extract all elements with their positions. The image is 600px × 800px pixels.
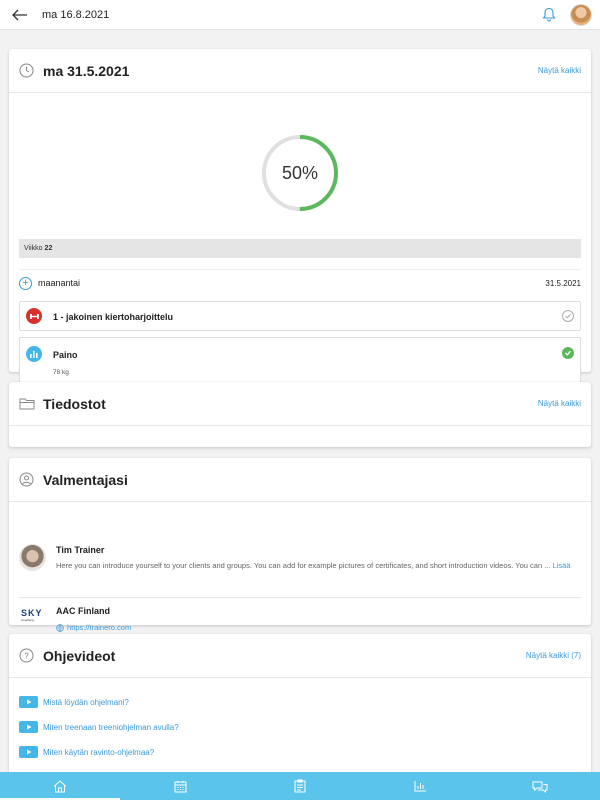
divider [19, 269, 581, 270]
play-icon [19, 696, 38, 708]
arrow-left-icon [12, 9, 27, 20]
video-title: Miten treenaan treeniohjelman avulla? [43, 722, 179, 732]
files-show-all-link[interactable]: Näytä kaikki [538, 399, 581, 408]
org-logo-text: SKY [21, 608, 43, 618]
header-date: ma 16.8.2021 [42, 8, 110, 21]
coach-name: Tim Trainer [56, 545, 105, 555]
nav-stats[interactable] [360, 772, 480, 800]
nav-home[interactable] [0, 772, 120, 800]
videos-show-all-link[interactable]: Näytä kaikki (7) [526, 651, 581, 660]
videos-card-title: Ohjevideot [43, 647, 116, 664]
globe-icon [56, 623, 64, 632]
user-circle-icon [19, 472, 35, 488]
day-card: ma 31.5.2021 Näytä kaikki 50% Viikko 22 … [9, 49, 591, 387]
check-circle-icon[interactable] [562, 347, 574, 359]
user-avatar[interactable] [570, 3, 592, 26]
top-bar: ma 16.8.2021 [0, 0, 600, 30]
back-button[interactable] [2, 0, 38, 30]
workout-item[interactable]: 1 - jakoinen kiertoharjoittelu [19, 301, 581, 331]
weight-name: Paino [53, 350, 78, 360]
coach-avatar [19, 544, 46, 571]
chart-icon [26, 346, 42, 362]
day-card-header: ma 31.5.2021 Näytä kaikki [9, 49, 591, 93]
coach-entry[interactable]: Tim Trainer Here you can introduce yours… [19, 510, 581, 590]
day-date: 31.5.2021 [545, 278, 581, 288]
nav-messages[interactable] [480, 772, 600, 800]
video-item[interactable]: Miten käytän ravinto-ohjelmaa? [19, 745, 154, 759]
show-all-link[interactable]: Näytä kaikki [538, 66, 581, 75]
coach-description: Here you can introduce yourself to your … [56, 559, 580, 572]
week-label: Viikko [24, 245, 43, 252]
weight-value: 78 kg [53, 369, 69, 376]
coach-card-header: Valmentajasi [9, 458, 591, 502]
play-icon [19, 721, 38, 733]
day-card-title: ma 31.5.2021 [43, 62, 130, 79]
workout-name: 1 - jakoinen kiertoharjoittelu [53, 312, 174, 322]
nav-programs[interactable] [240, 772, 360, 800]
svg-text:?: ? [24, 652, 29, 661]
coach-card: Valmentajasi Tim Trainer Here you can in… [9, 458, 591, 632]
org-url: https://trainero.com [67, 623, 132, 632]
clipboard-icon [294, 779, 306, 793]
chat-icon [532, 781, 548, 793]
week-number: 22 [44, 245, 53, 252]
bell-icon[interactable] [542, 7, 556, 22]
dumbbell-icon [26, 308, 42, 324]
org-name: AAC Finland [56, 606, 110, 616]
coach-divider [19, 597, 581, 598]
week-bar: Viikko 22 [19, 239, 581, 258]
files-card-header: Tiedostot Näytä kaikki [9, 382, 591, 426]
coach-description-text: Here you can introduce yourself to your … [56, 561, 551, 570]
stats-icon [414, 781, 426, 792]
main-content[interactable]: ma 31.5.2021 Näytä kaikki 50% Viikko 22 … [0, 30, 600, 772]
org-logo: SKY Coaching [21, 608, 45, 630]
files-card: Tiedostot Näytä kaikki [9, 382, 591, 447]
play-icon [19, 746, 38, 758]
org-logo-sub: Coaching [21, 618, 34, 622]
videos-card-header: ? Ohjevideot Näytä kaikki (7) [9, 634, 591, 678]
progress-label: 50% [281, 162, 319, 183]
video-item[interactable]: Mistä löydän ohjelmani? [19, 695, 129, 709]
files-card-title: Tiedostot [43, 395, 106, 412]
add-icon[interactable]: + [19, 276, 32, 290]
clock-icon [19, 63, 35, 79]
day-row: + maanantai 31.5.2021 [19, 274, 581, 292]
bottom-nav [0, 772, 600, 800]
org-website-link[interactable]: https://trainero.com [56, 623, 131, 632]
video-item[interactable]: Miten treenaan treeniohjelman avulla? [19, 720, 179, 734]
nav-calendar[interactable] [120, 772, 240, 800]
video-title: Miten käytän ravinto-ohjelmaa? [43, 747, 155, 757]
video-title: Mistä löydän ohjelmani? [43, 697, 129, 707]
calendar-icon [174, 780, 186, 792]
videos-card: ? Ohjevideot Näytä kaikki (7) Mistä löyd… [9, 634, 591, 772]
progress-ring: 50% [260, 133, 340, 213]
help-icon: ? [19, 648, 35, 664]
weight-item[interactable]: Paino 78 kg [19, 337, 581, 387]
folder-icon [19, 396, 35, 412]
read-more-link[interactable]: Lisää [553, 561, 571, 570]
check-circle-empty-icon[interactable] [562, 310, 574, 322]
home-icon [53, 779, 67, 792]
day-name: maanantai [38, 278, 81, 288]
coach-card-title: Valmentajasi [43, 471, 128, 488]
